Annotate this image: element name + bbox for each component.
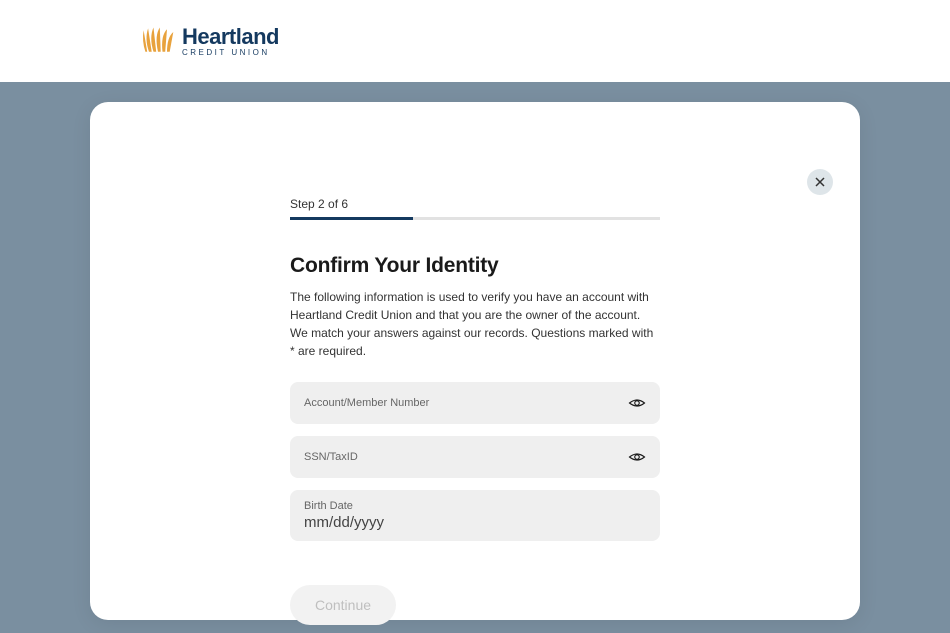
form-content: Step 2 of 6 Confirm Your Identity The fo…	[90, 102, 750, 625]
birthdate-label: Birth Date	[304, 500, 646, 512]
page-background: Step 2 of 6 Confirm Your Identity The fo…	[0, 82, 950, 633]
close-button[interactable]	[807, 169, 833, 195]
header: Heartland CREDIT UNION	[0, 0, 950, 82]
progress-fill	[290, 217, 413, 220]
birthdate-field[interactable]: Birth Date mm/dd/yyyy	[290, 490, 660, 541]
heartland-logo-icon	[140, 23, 176, 59]
account-number-field[interactable]: Account/Member Number	[290, 382, 660, 424]
page-title: Confirm Your Identity	[290, 254, 750, 278]
form-card: Step 2 of 6 Confirm Your Identity The fo…	[90, 102, 860, 620]
close-icon	[815, 177, 825, 187]
ssn-field[interactable]: SSN/TaxID	[290, 436, 660, 478]
brand-subtitle: CREDIT UNION	[182, 49, 279, 57]
brand-text: Heartland CREDIT UNION	[182, 26, 279, 57]
account-number-label: Account/Member Number	[304, 397, 646, 409]
step-label: Step 2 of 6	[290, 197, 750, 211]
birthdate-placeholder: mm/dd/yyyy	[304, 514, 646, 531]
page-description: The following information is used to ver…	[290, 288, 660, 360]
eye-icon[interactable]	[628, 448, 646, 466]
ssn-label: SSN/TaxID	[304, 451, 646, 463]
brand-name: Heartland	[182, 26, 279, 48]
progress-bar	[290, 217, 660, 220]
eye-icon[interactable]	[628, 394, 646, 412]
continue-button[interactable]: Continue	[290, 585, 396, 625]
brand-logo: Heartland CREDIT UNION	[140, 23, 279, 59]
